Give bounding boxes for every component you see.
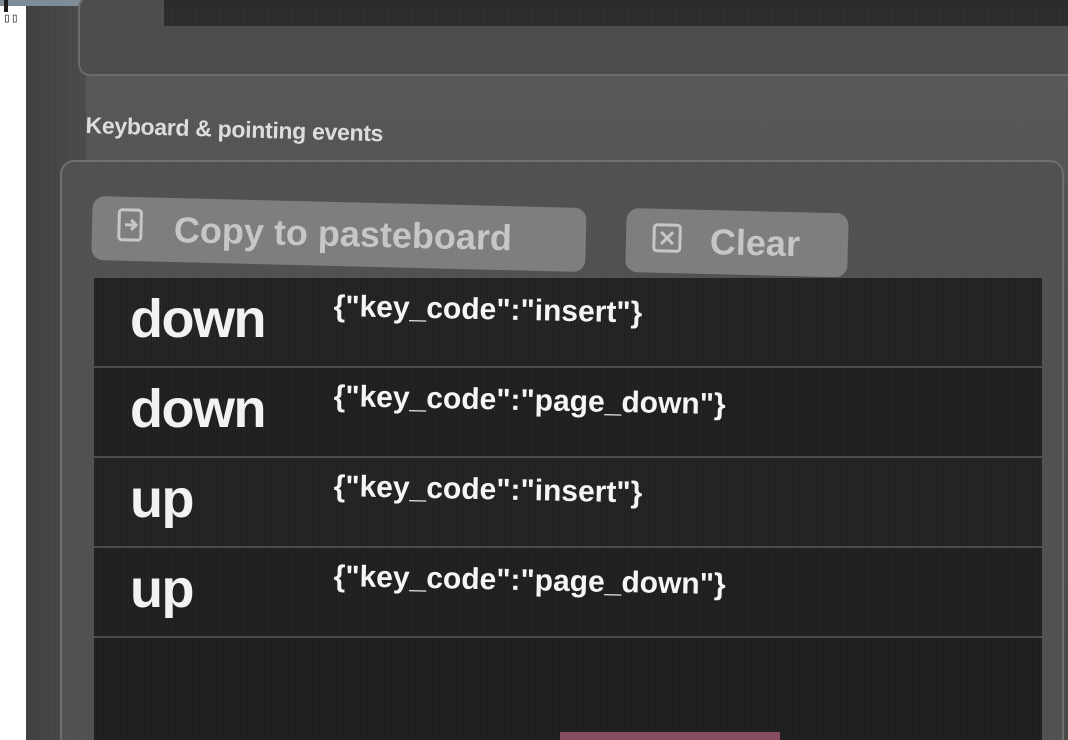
corner-glyphs: ▯▯ — [3, 11, 19, 26]
bottom-reflection — [560, 732, 780, 740]
events-toolbar: Copy to pasteboard Clear — [91, 196, 892, 278]
event-row[interactable]: down {"key_code":"insert"} — [94, 278, 1042, 368]
event-payload: {"key_code":"page_down"} — [333, 380, 726, 422]
event-row[interactable]: up {"key_code":"insert"} — [94, 458, 1042, 548]
event-payload: {"key_code":"insert"} — [333, 290, 643, 330]
clear-label: Clear — [709, 221, 801, 265]
copy-to-pasteboard-label: Copy to pasteboard — [173, 209, 513, 259]
clear-button[interactable]: Clear — [625, 208, 849, 278]
event-row[interactable]: up {"key_code":"page_down"} — [94, 548, 1042, 638]
copy-to-pasteboard-icon — [115, 206, 146, 252]
event-type: up — [130, 559, 194, 619]
clear-x-box-icon — [651, 220, 682, 263]
upper-panel — [78, 0, 1068, 76]
events-list[interactable]: down {"key_code":"insert"} down {"key_co… — [94, 278, 1042, 740]
copy-to-pasteboard-button[interactable]: Copy to pasteboard — [91, 196, 587, 273]
photo-frame: ▯▯ Keyboard & pointing events Copy to pa… — [0, 0, 1068, 740]
event-type: down — [130, 379, 266, 439]
event-payload: {"key_code":"insert"} — [333, 470, 643, 510]
event-type: down — [130, 289, 266, 349]
upper-panel-content — [164, 0, 1068, 26]
event-type: up — [130, 469, 194, 529]
event-row[interactable]: down {"key_code":"page_down"} — [94, 368, 1042, 458]
event-payload: {"key_code":"page_down"} — [333, 560, 726, 602]
